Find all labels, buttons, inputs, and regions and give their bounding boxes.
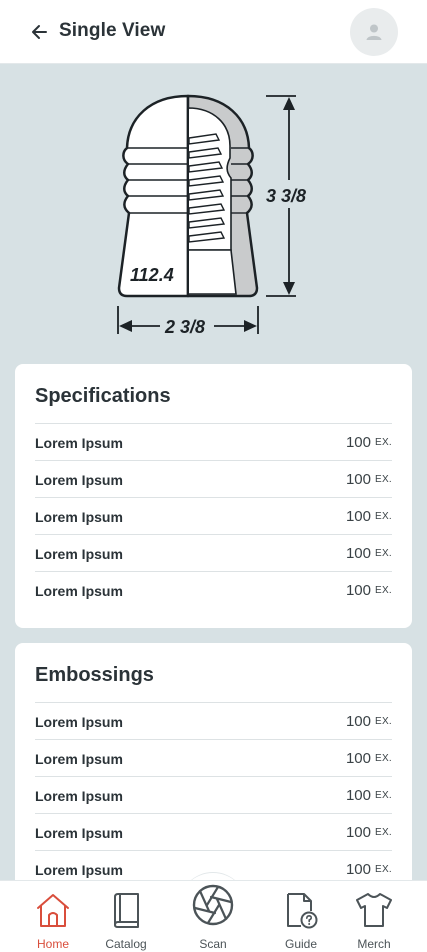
spec-unit: EX. bbox=[374, 511, 392, 522]
spec-label: Lorem Ipsum bbox=[35, 435, 123, 451]
nav-merch[interactable]: Merch bbox=[339, 889, 409, 952]
spec-row: Lorem Ipsum 100 EX. bbox=[35, 534, 392, 571]
app-header: Single View bbox=[0, 0, 427, 64]
file-question-icon bbox=[287, 893, 318, 929]
width-dimension-label: 2 3/8 bbox=[164, 317, 205, 337]
nav-scan-label: Scan bbox=[199, 937, 227, 951]
nav-catalog-label: Catalog bbox=[105, 937, 147, 951]
nav-guide[interactable]: Guide bbox=[266, 889, 336, 952]
spec-value: 100 bbox=[345, 508, 371, 525]
nav-guide-label: Guide bbox=[284, 937, 318, 951]
spec-value: 100 bbox=[345, 434, 371, 451]
user-icon bbox=[366, 24, 382, 40]
embossing-value: 100 bbox=[345, 713, 371, 730]
embossing-value: 100 bbox=[345, 787, 371, 804]
spec-value: 100 bbox=[345, 471, 371, 488]
page-title: Single View bbox=[59, 20, 166, 41]
embossing-unit: EX. bbox=[374, 753, 392, 764]
spec-label: Lorem Ipsum bbox=[35, 583, 123, 599]
spec-unit: EX. bbox=[374, 548, 392, 559]
spec-unit: EX. bbox=[374, 437, 392, 448]
part-number-label: 112.4 bbox=[130, 265, 174, 285]
embossing-row: Lorem Ipsum 100 EX. bbox=[35, 739, 392, 776]
embossing-unit: EX. bbox=[374, 827, 392, 838]
spec-label: Lorem Ipsum bbox=[35, 509, 123, 525]
back-button[interactable] bbox=[28, 20, 52, 44]
nav-home-label: Home bbox=[36, 937, 69, 951]
avatar-button[interactable] bbox=[350, 8, 398, 56]
embossing-value: 100 bbox=[345, 861, 371, 878]
spec-row: Lorem Ipsum 100 EX. bbox=[35, 571, 392, 608]
embossing-label: Lorem Ipsum bbox=[35, 825, 123, 841]
spec-value: 100 bbox=[345, 545, 371, 562]
spec-value: 100 bbox=[345, 582, 371, 599]
nav-home[interactable]: Home bbox=[18, 889, 88, 952]
embossing-row: Lorem Ipsum 100 EX. bbox=[35, 702, 392, 739]
camera-aperture-icon bbox=[192, 884, 234, 926]
embossing-value: 100 bbox=[345, 824, 371, 841]
embossing-unit: EX. bbox=[374, 864, 392, 875]
spec-label: Lorem Ipsum bbox=[35, 546, 123, 562]
tshirt-icon bbox=[356, 893, 392, 927]
spec-label: Lorem Ipsum bbox=[35, 472, 123, 488]
embossing-label: Lorem Ipsum bbox=[35, 751, 123, 767]
embossing-label: Lorem Ipsum bbox=[35, 714, 123, 730]
embossing-label: Lorem Ipsum bbox=[35, 862, 123, 878]
nav-merch-label: Merch bbox=[357, 937, 391, 951]
embossings-card: Embossings Lorem Ipsum 100 EX. Lorem Ips… bbox=[15, 643, 412, 903]
embossing-unit: EX. bbox=[374, 790, 392, 801]
arrow-left-icon bbox=[32, 25, 47, 39]
spec-unit: EX. bbox=[374, 585, 392, 596]
embossing-row: Lorem Ipsum 100 EX. bbox=[35, 776, 392, 813]
embossing-label: Lorem Ipsum bbox=[35, 788, 123, 804]
specifications-card: Specifications Lorem Ipsum 100 EX. Lorem… bbox=[15, 364, 412, 628]
embossing-unit: EX. bbox=[374, 716, 392, 727]
embossings-list: Lorem Ipsum 100 EX. Lorem Ipsum 100 EX. … bbox=[35, 702, 392, 887]
bottom-navigation: Home Catalog Scan Guide Merch bbox=[0, 880, 427, 952]
insulator-illustration: 112.4 3 3/8 2 3/8 bbox=[0, 64, 427, 354]
nav-scan[interactable]: Scan bbox=[178, 884, 248, 952]
embossing-value: 100 bbox=[345, 750, 371, 767]
spec-row: Lorem Ipsum 100 EX. bbox=[35, 460, 392, 497]
spec-row: Lorem Ipsum 100 EX. bbox=[35, 497, 392, 534]
embossings-title: Embossings bbox=[35, 664, 154, 686]
height-dimension-label: 3 3/8 bbox=[266, 186, 306, 206]
spec-row: Lorem Ipsum 100 EX. bbox=[35, 423, 392, 460]
specifications-title: Specifications bbox=[35, 385, 171, 407]
embossing-row: Lorem Ipsum 100 EX. bbox=[35, 813, 392, 850]
insulator-drawing: 112.4 3 3/8 2 3/8 bbox=[117, 94, 306, 337]
spec-unit: EX. bbox=[374, 474, 392, 485]
specifications-list: Lorem Ipsum 100 EX. Lorem Ipsum 100 EX. … bbox=[35, 423, 392, 608]
home-icon bbox=[37, 894, 69, 927]
book-icon bbox=[114, 893, 139, 928]
nav-catalog[interactable]: Catalog bbox=[91, 889, 161, 952]
